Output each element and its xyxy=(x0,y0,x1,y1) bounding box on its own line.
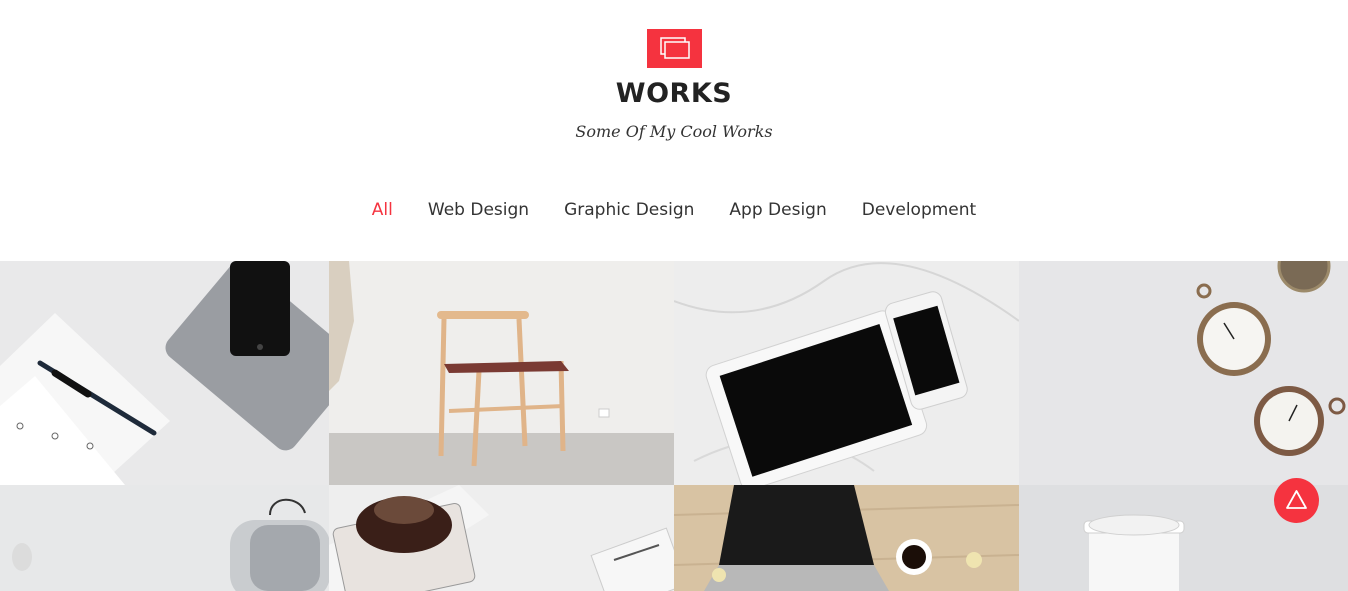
portfolio-item-ipad[interactable] xyxy=(0,261,329,485)
filter-graphic-design[interactable]: Graphic Design xyxy=(564,200,694,220)
portfolio-item-tablet[interactable] xyxy=(674,261,1019,485)
portfolio-item-laptop[interactable] xyxy=(674,485,1019,591)
scroll-to-top-button[interactable] xyxy=(1274,478,1319,523)
windows-icon xyxy=(647,29,702,68)
portfolio-grid xyxy=(0,261,1348,591)
portfolio-item-watches[interactable] xyxy=(1019,261,1348,485)
portfolio-item-jar[interactable] xyxy=(0,485,329,591)
filter-all[interactable]: All xyxy=(372,200,393,220)
section-subtitle: Some Of My Cool Works xyxy=(575,122,773,141)
section-header: WORKS Some Of My Cool Works xyxy=(0,0,1348,261)
portfolio-item-coffee-pot[interactable] xyxy=(329,485,674,591)
portfolio-item-chair[interactable] xyxy=(329,261,674,485)
portfolio-filters: All Web Design Graphic Design App Design… xyxy=(0,199,1348,220)
triangle-up-icon xyxy=(1286,490,1307,509)
filter-app-design[interactable]: App Design xyxy=(729,200,826,220)
filter-web-design[interactable]: Web Design xyxy=(428,200,529,220)
section-title: WORKS xyxy=(615,78,733,109)
filter-development[interactable]: Development xyxy=(862,200,976,220)
